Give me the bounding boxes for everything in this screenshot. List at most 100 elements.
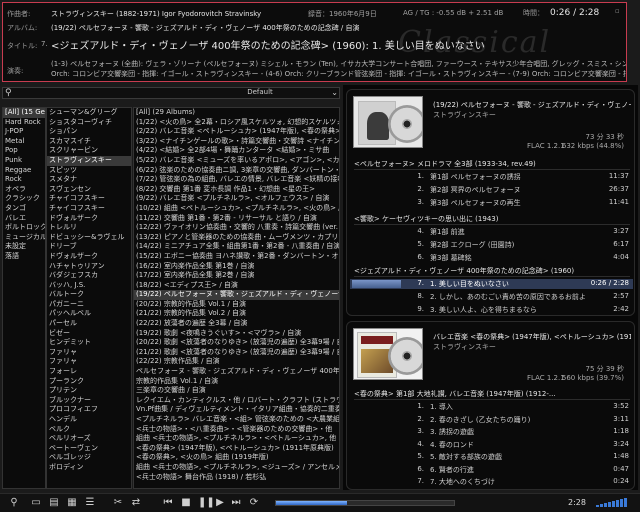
album-item[interactable]: (15/22) エボニー協奏曲 ヨハネ讃歌・第2番・ダンバートン・オークス / …: [134, 252, 339, 262]
restore-icon[interactable]: ▫: [615, 7, 623, 15]
album-item[interactable]: <春の祭典> (1947年版), <ペトルーシュカ> (1911年原典版): [134, 444, 339, 454]
album-item[interactable]: (8/22) 交響曲 第1番 変ホ長調 作品1・幻想曲 <星の王>: [134, 185, 339, 195]
album-item[interactable]: 組曲 <兵士の物語>, <プルチネルラ>・<ペトルーシュカ>, 他: [134, 434, 339, 444]
genre-item[interactable]: Reggae: [3, 166, 45, 176]
genre-item[interactable]: オペラ: [3, 185, 45, 195]
artist-item[interactable]: スカマスイチ: [47, 137, 131, 147]
artist-item[interactable]: ブルックナー: [47, 396, 131, 406]
track-row[interactable]: 1. 第1部 ペルセフォーヌの誘拐 11:37: [350, 172, 633, 182]
track-row[interactable]: 5. 第2部 エクローグ (田園詩) 6:17: [350, 240, 633, 250]
genre-item[interactable]: Punk: [3, 156, 45, 166]
artist-item[interactable]: ヘンデル: [47, 415, 131, 425]
track-row[interactable]: 1. 1. 導入 3:52: [350, 402, 633, 412]
artist-item[interactable]: ドリーブ: [47, 242, 131, 252]
genre-item[interactable]: 落語: [3, 252, 45, 262]
album-item[interactable]: 宗教的作品集 Vol.1 / 自演: [134, 377, 339, 387]
album-item[interactable]: (3/22) <ナイチンゲールの歌>・詩篇交響曲・交響詩 <ナイチンゲールの歌>: [134, 137, 339, 147]
album-item[interactable]: (19/22) 歌劇 <夜鳴きうぐいす>・<マヴラ> / 自演: [134, 329, 339, 339]
album-item[interactable]: (20/22) 歌劇 <放蕩者のなりゆき> (放蕩児の遍歴) 全3幕9場 / 自…: [134, 338, 339, 348]
artist-item[interactable]: パガニーニ: [47, 300, 131, 310]
track-row[interactable]: 6. 第3部 墓碑銘 4:04: [350, 253, 633, 263]
track-row[interactable]: 2. 2. 春のきざし (乙女たちの踊り) 3:11: [350, 415, 633, 425]
track-row[interactable]: 5. 5. 敵対する部族の遊戯 1:48: [350, 452, 633, 462]
seek-bar[interactable]: [275, 500, 455, 506]
album-item[interactable]: (19/22) ペルセフォーヌ・饗歌・ジェズアルド・ディ・ヴェノーザ 400年祭: [134, 290, 339, 300]
track-row[interactable]: 7. 7. 大地へのくちづけ 0:24: [350, 477, 633, 487]
album-item[interactable]: (9/22) バレエ音楽 <プルチネルラ>, <オルフェウス> / 自演: [134, 194, 339, 204]
artist-item[interactable]: チャイコフスキー: [47, 204, 131, 214]
list-view-icon[interactable]: ☰: [84, 497, 96, 509]
previous-icon[interactable]: ⏮: [162, 497, 174, 509]
genre-item[interactable]: 未設定: [3, 242, 45, 252]
artist-item[interactable]: ショパン: [47, 127, 131, 137]
genre-item[interactable]: バレエ: [3, 214, 45, 224]
playlist-icon[interactable]: ▤: [48, 497, 60, 509]
stop-icon[interactable]: ■: [180, 497, 192, 509]
album-item[interactable]: (1/22) <火の鳥> 全2幕・ロシア風スケルツォ, 幻想的スケルツォ, 花火: [134, 118, 339, 128]
album-item[interactable]: (16/22) 室内楽作品全集 第1巻 / 自演: [134, 262, 339, 272]
settings-icon[interactable]: ✂: [112, 497, 124, 509]
album-item[interactable]: ペルセフォーヌ - 饗歌 - ジェズアルド・ディ・ヴェノーザ 400年祭のため: [134, 367, 339, 377]
artist-item[interactable]: プーランク: [47, 377, 131, 387]
album-item[interactable]: <春の祭典>, <火の鳥> 組曲 (1919年版): [134, 453, 339, 463]
artist-item[interactable]: プロコフィエフ: [47, 405, 131, 415]
artist-item[interactable]: パッヘルベル: [47, 309, 131, 319]
artist-item[interactable]: ベルゴレッジ: [47, 453, 131, 463]
album-item[interactable]: (11/22) 交響曲 第1番・第2番 - リサーサル と語り / 自演: [134, 214, 339, 224]
artist-item[interactable]: ヒンデミット: [47, 338, 131, 348]
artist-item[interactable]: トレルリ: [47, 223, 131, 233]
artist-item[interactable]: ベートーヴェン: [47, 444, 131, 454]
album-item[interactable]: <兵士の物語> 舞台作品 (1918) / 若杉弘: [134, 473, 339, 483]
artist-item[interactable]: ストラヴィンスキー: [47, 155, 131, 166]
track-row[interactable]: 3. 3. 誘拐の遊戯 1:18: [350, 427, 633, 437]
album-item[interactable]: (7/22) 管弦楽の為の組曲, バレエの情景, バレエ音楽 <妖精の接吻>: [134, 175, 339, 185]
genre-item[interactable]: Metal: [3, 137, 45, 147]
search-tool-icon[interactable]: ⚲: [8, 497, 20, 509]
track-row-playing[interactable]: 7. 1. 美しい目をぬいなさい 0:26 / 2:28: [350, 279, 633, 289]
artist-item[interactable]: ショスタコーヴィチ: [47, 118, 131, 128]
genre-item[interactable]: クラシック: [3, 194, 45, 204]
artist-list[interactable]: シューマン&グリーグ ショスタコーヴィチ ショパン スカマスイチ スクリャービン ストラヴ…: [46, 107, 132, 489]
artist-item[interactable]: スメタナ: [47, 175, 131, 185]
artist-item[interactable]: バダジェフスカ: [47, 271, 131, 281]
album-list[interactable]: [All] (29 Albums) (1/22) <火の鳥> 全2幕・ロシア風スケ…: [133, 107, 340, 489]
artist-item[interactable]: スピッツ: [47, 166, 131, 176]
folder-icon[interactable]: ▭: [30, 497, 42, 509]
artist-item[interactable]: チャイコフスキー: [47, 194, 131, 204]
album-item[interactable]: <プルチネルラ> バレエ音楽・<組> 管弦楽のための <大農業組曲>: [134, 415, 339, 425]
artist-item[interactable]: パーセル: [47, 319, 131, 329]
artist-item[interactable]: シューマン&グリーグ: [47, 108, 131, 118]
album-item[interactable]: (17/22) 室内楽作品全集 第2巻 / 自演: [134, 271, 339, 281]
artist-item[interactable]: ベルリオーズ: [47, 434, 131, 444]
album-item[interactable]: [All] (29 Albums): [134, 108, 339, 118]
artist-item[interactable]: スクリャービン: [47, 146, 131, 156]
album-item[interactable]: (4/22) <結婚> 全2部4場・舞踊カンタータ <結婚>・ミサ曲: [134, 146, 339, 156]
shuffle-icon[interactable]: ⇄: [130, 497, 142, 509]
album-item[interactable]: (22/22) 宗教作品集 / 自演: [134, 357, 339, 367]
artist-item[interactable]: ボロディン: [47, 463, 131, 473]
artist-item[interactable]: ドヴォルザーク: [47, 252, 131, 262]
track-row[interactable]: 4. 第1部 前進 3:27: [350, 227, 633, 237]
repeat-icon[interactable]: ⟳: [248, 497, 260, 509]
album-item[interactable]: (10/22) 組曲 <ペトルーシュカ>, <プルチネルラ>, <火の鳥> / …: [134, 204, 339, 214]
album-item[interactable]: (21/22) 歌劇 <放蕩者のなりゆき> (放蕩児の遍歴) 全3幕9場 / 自…: [134, 348, 339, 358]
album-item[interactable]: 組曲 <兵士の物語>, <プルチネルラ>, <ジューズ> / アンセルメ: [134, 463, 339, 473]
album-item[interactable]: (22/22) 放蕩者の遍歴 全3幕 / 自演: [134, 319, 339, 329]
album-item[interactable]: (13/22) ピアノと管楽器のための協奏曲・ムーヴメンツ・カプリッチョ / 自…: [134, 233, 339, 243]
track-row[interactable]: 2. 第2部 冥界のペルセフォーヌ 26:37: [350, 185, 633, 195]
genre-item[interactable]: Rock: [3, 175, 45, 185]
next-icon[interactable]: ⏭: [230, 497, 242, 509]
genre-item[interactable]: Hard Rock: [3, 118, 45, 128]
genre-item[interactable]: ミュージカル: [3, 233, 45, 243]
track-row[interactable]: 8. 2. しかし、あのむごい責め苦の原因であるお前よ 2:57: [350, 292, 633, 302]
artist-item[interactable]: プリテン: [47, 386, 131, 396]
artist-item[interactable]: バルトーク: [47, 290, 131, 300]
artist-item[interactable]: バッハ, J.S.: [47, 281, 131, 291]
album-item[interactable]: (21/22) 宗教的作品集 Vol.2 / 自演: [134, 309, 339, 319]
album-item[interactable]: レクイエム・カンティクルス・他 / ロバート・クラフト (ストラヴィンスキー): [134, 396, 339, 406]
artist-item[interactable]: ハチャトゥリアン: [47, 262, 131, 272]
album-item[interactable]: (2/22) バレエ音楽 <ペトルーシュカ> (1947年版), <春の祭典> …: [134, 127, 339, 137]
artist-item[interactable]: ファリャ: [47, 357, 131, 367]
track-row[interactable]: 4. 4. 春のロンド 3:24: [350, 440, 633, 450]
track-row[interactable]: 6. 6. 賢者の行進 0:47: [350, 465, 633, 475]
